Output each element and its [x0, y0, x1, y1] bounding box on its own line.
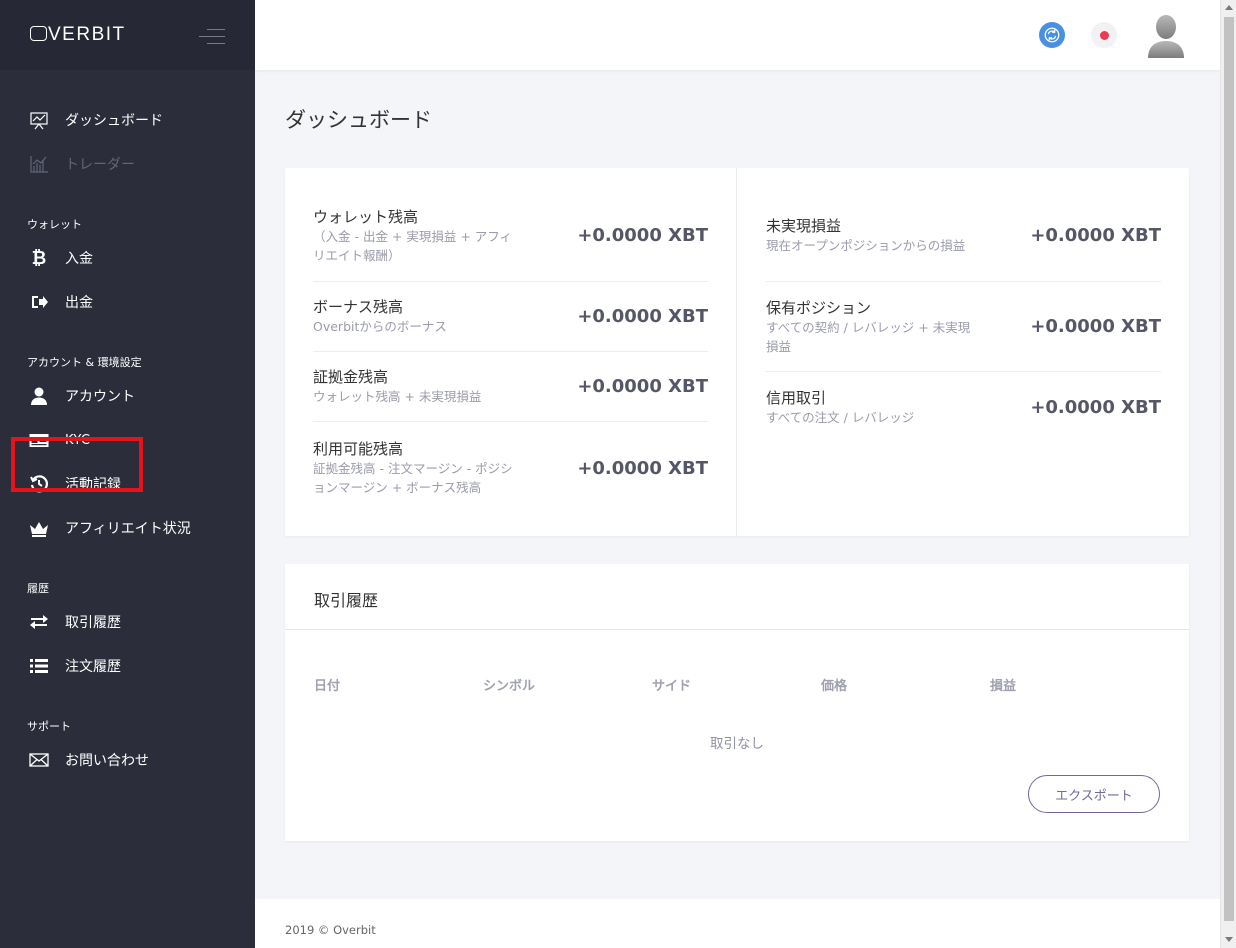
- balances-card: ウォレット残高 （入金 - 出金 + 実現損益 + アフィリエイト報酬） +0.…: [285, 168, 1189, 536]
- trade-history-card: 取引履歴 日付 シンボル サイド 価格 損益 取引なし エクスポート: [285, 564, 1189, 841]
- column-header-date[interactable]: 日付: [314, 675, 340, 694]
- scrollbar[interactable]: [1220, 0, 1236, 948]
- column-header-price[interactable]: 価格: [821, 675, 847, 694]
- balance-desc: 現在オープンポジションからの損益: [766, 238, 966, 253]
- sidebar-item-label: 出金: [65, 295, 93, 311]
- sidebar-item-withdraw[interactable]: 出金: [0, 280, 255, 324]
- sidebar-item-contact[interactable]: お問い合わせ: [0, 738, 255, 782]
- menu-toggle-icon[interactable]: [199, 27, 225, 45]
- balance-row-available: 利用可能残高 証拠金残高 - 注文マージン - ポジションマージン + ボーナス…: [313, 422, 708, 514]
- sidebar-item-label: アフィリエイト状況: [65, 521, 191, 537]
- copyright-text: 2019 © Overbit: [285, 923, 376, 937]
- sidebar-item-account[interactable]: アカウント: [0, 374, 255, 418]
- balance-value: +0.0000 XBT: [577, 306, 708, 327]
- sidebar-nav: ダッシュボード トレーダー ウォレット ₿ 入金 出金 アカウント & 環境設定…: [0, 70, 255, 782]
- balance-desc: （入金 - 出金 + 実現損益 + アフィリエイト報酬）: [313, 228, 513, 263]
- balance-label: ボーナス残高: [313, 298, 404, 316]
- sidebar-item-activity[interactable]: 活動記録: [0, 462, 255, 506]
- crown-icon: [28, 517, 50, 539]
- sidebar-item-label: 入金: [65, 251, 93, 267]
- footer: 2019 © Overbit: [255, 899, 1220, 948]
- sidebar-item-label: ダッシュボード: [65, 113, 163, 129]
- balance-value: +0.0000 XBT: [577, 457, 708, 479]
- id-card-icon: [28, 429, 50, 451]
- balance-value: +0.0000 XBT: [1030, 316, 1161, 337]
- history-icon: [28, 473, 50, 495]
- column-header-symbol[interactable]: シンボル: [483, 675, 535, 694]
- balance-label: ウォレット残高: [313, 207, 419, 226]
- sign-out-icon: [28, 291, 50, 313]
- balance-desc: ウォレット残高 + 未実現損益: [313, 389, 482, 404]
- balance-desc: すべての注文 / レバレッジ: [766, 409, 915, 425]
- divider: [285, 629, 1189, 630]
- sidebar-item-affiliate[interactable]: アフィリエイト状況: [0, 506, 255, 550]
- column-divider: [736, 168, 737, 536]
- line-chart-icon: [28, 153, 50, 175]
- section-title-wallet: ウォレット: [27, 218, 82, 231]
- balance-value: +0.0000 XBT: [1030, 225, 1161, 246]
- balance-desc: Overbitからのボーナス: [313, 319, 447, 334]
- empty-message: 取引なし: [710, 736, 764, 752]
- export-button[interactable]: エクスポート: [1028, 775, 1160, 813]
- balance-value: +0.0000 XBT: [1030, 396, 1161, 418]
- chart-board-icon: [28, 109, 50, 131]
- balance-row-positions: 保有ポジション すべての契約 / レバレッジ + 未実現損益 +0.0000 X…: [766, 282, 1161, 372]
- sidebar-item-trade-history[interactable]: 取引履歴: [0, 600, 255, 644]
- sidebar-item-label: KYC: [65, 432, 91, 448]
- balance-label: 未実現損益: [766, 217, 842, 235]
- brand-bar: VERBIT: [0, 0, 255, 70]
- section-title-history: 履歴: [27, 582, 49, 595]
- sidebar-item-label: お問い合わせ: [65, 753, 149, 769]
- balance-desc: 証拠金残高 - 注文マージン - ポジションマージン + ボーナス残高: [313, 461, 513, 495]
- balance-label: 証拠金残高: [313, 368, 389, 386]
- trade-history-title: 取引履歴: [314, 591, 379, 610]
- sidebar-item-order-history[interactable]: 注文履歴: [0, 644, 255, 688]
- bitcoin-icon: ₿: [31, 247, 47, 269]
- sidebar-item-label: 注文履歴: [65, 659, 121, 675]
- balance-row-credit: 信用取引 すべての注文 / レバレッジ +0.0000 XBT: [766, 372, 1161, 442]
- balance-desc: すべての契約 / レバレッジ + 未実現損益: [766, 319, 971, 354]
- sidebar-item-deposit[interactable]: ₿ 入金: [0, 236, 255, 280]
- logo[interactable]: VERBIT: [30, 24, 126, 46]
- list-icon: [28, 655, 50, 677]
- balance-value: +0.0000 XBT: [577, 225, 708, 246]
- sidebar-item-dashboard[interactable]: ダッシュボード: [0, 98, 255, 142]
- balance-row-unrealized: 未実現損益 現在オープンポジションからの損益 +0.0000 XBT: [766, 190, 1161, 282]
- balance-label: 信用取引: [766, 388, 827, 407]
- page-title: ダッシュボード: [285, 108, 432, 132]
- balance-row-bonus: ボーナス残高 Overbitからのボーナス +0.0000 XBT: [313, 282, 708, 352]
- user-icon: [28, 385, 50, 407]
- scroll-thumb[interactable]: [1224, 17, 1234, 921]
- scroll-up-icon[interactable]: [1225, 5, 1233, 10]
- scroll-down-icon[interactable]: [1225, 937, 1233, 942]
- sidebar-item-label: トレーダー: [65, 157, 135, 173]
- section-title-account: アカウント & 環境設定: [27, 356, 142, 369]
- sync-icon[interactable]: [1039, 22, 1065, 48]
- status-dot-icon[interactable]: [1091, 22, 1117, 48]
- balance-label: 保有ポジション: [766, 298, 872, 317]
- exchange-arrows-icon: [28, 611, 50, 633]
- balance-label: 利用可能残高: [313, 440, 404, 458]
- envelope-icon: [28, 749, 50, 771]
- column-header-pnl[interactable]: 損益: [990, 675, 1016, 694]
- top-bar: [255, 0, 1220, 70]
- column-header-side[interactable]: サイド: [652, 675, 691, 694]
- sidebar: VERBIT ダッシュボード トレーダー ウォレット ₿ 入金 出金 アカウント…: [0, 0, 255, 948]
- sidebar-item-trader[interactable]: トレーダー: [0, 142, 255, 186]
- section-title-support: サポート: [27, 720, 71, 733]
- sidebar-item-label: 活動記録: [65, 477, 121, 493]
- balance-value: +0.0000 XBT: [577, 376, 708, 397]
- balance-row-wallet: ウォレット残高 （入金 - 出金 + 実現損益 + アフィリエイト報酬） +0.…: [313, 190, 708, 282]
- sidebar-item-label: アカウント: [65, 389, 135, 405]
- balance-row-margin: 証拠金残高 ウォレット残高 + 未実現損益 +0.0000 XBT: [313, 352, 708, 422]
- sidebar-item-label: 取引履歴: [65, 615, 121, 631]
- sidebar-item-kyc[interactable]: KYC: [0, 418, 255, 462]
- avatar-icon[interactable]: [1146, 12, 1186, 58]
